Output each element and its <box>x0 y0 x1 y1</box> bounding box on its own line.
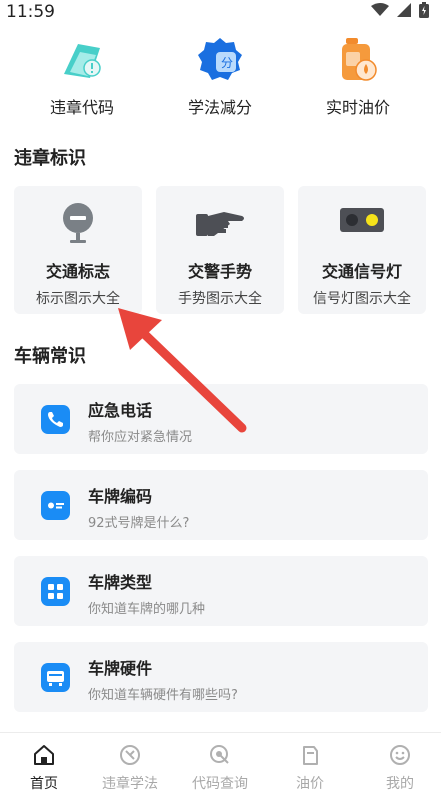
section-title-violation-signs: 违章标识 <box>14 148 86 169</box>
bottom-nav: 首页 违章学法 代码查询 油价 我的 <box>0 732 441 796</box>
quick-tool-label: 学法减分 <box>187 98 252 117</box>
signal-icon <box>397 3 411 17</box>
sign-card-police-gesture[interactable]: 交警手势 手势图示大全 <box>156 186 284 314</box>
nav-label: 代码查询 <box>192 776 248 792</box>
nav-label: 首页 <box>30 776 58 792</box>
knowledge-title: 车牌类型 <box>88 573 153 592</box>
status-icons <box>371 2 429 18</box>
sign-card-title: 交通信号灯 <box>321 262 402 281</box>
oil-price-icon <box>332 34 384 86</box>
nav-home[interactable]: 首页 <box>0 733 88 796</box>
sign-card-title: 交通标志 <box>45 262 110 281</box>
nav-study[interactable]: 违章学法 <box>86 733 174 796</box>
sign-card-traffic-sign[interactable]: 交通标志 标示图示大全 <box>14 186 142 314</box>
status-time: 11:59 <box>6 2 55 22</box>
phone-icon <box>41 405 70 434</box>
sign-card-subtitle: 信号灯图示大全 <box>313 291 411 307</box>
fuel-icon <box>298 743 322 767</box>
quick-tool-study-deduct[interactable]: 分 学法减分 <box>160 34 280 118</box>
knowledge-desc: 帮你应对紧急情况 <box>88 430 193 445</box>
knowledge-item-plate-type[interactable]: 车牌类型 你知道车牌的哪几种 <box>14 556 428 626</box>
violation-code-icon <box>56 34 108 86</box>
nav-fuel[interactable]: 油价 <box>266 733 354 796</box>
study-deduct-badge: 分 <box>221 56 234 70</box>
traffic-light-icon <box>298 186 426 250</box>
knowledge-item-plate-code[interactable]: 车牌编码 92式号牌是什么? <box>14 470 428 540</box>
code-search-icon <box>208 743 232 767</box>
sign-card-subtitle: 手势图示大全 <box>178 291 262 307</box>
quick-tool-label: 实时油价 <box>325 98 390 117</box>
knowledge-desc: 92式号牌是什么? <box>88 516 190 531</box>
quick-tools: 违章代码 分 学法减分 实时油价 <box>0 34 441 124</box>
knowledge-item-emergency-phone[interactable]: 应急电话 帮你应对紧急情况 <box>14 384 428 454</box>
home-icon <box>32 743 56 767</box>
sign-card-traffic-light[interactable]: 交通信号灯 信号灯图示大全 <box>298 186 426 314</box>
nav-profile[interactable]: 我的 <box>356 733 441 796</box>
section-title-vehicle-knowledge: 车辆常识 <box>14 346 86 367</box>
study-deduct-icon: 分 <box>194 34 246 86</box>
profile-icon <box>388 743 412 767</box>
wifi-icon <box>371 3 389 16</box>
knowledge-title: 车牌硬件 <box>88 659 153 678</box>
quick-tool-oil-price[interactable]: 实时油价 <box>298 34 418 118</box>
nav-label: 我的 <box>386 776 414 792</box>
traffic-sign-icon <box>14 186 142 250</box>
police-gesture-icon <box>156 186 284 250</box>
sign-card-subtitle: 标示图示大全 <box>36 291 120 307</box>
quick-tool-violation-code[interactable]: 违章代码 <box>22 34 142 118</box>
knowledge-desc: 你知道车牌的哪几种 <box>88 602 206 617</box>
status-bar: 11:59 <box>0 0 441 26</box>
plate-code-icon <box>41 491 70 520</box>
knowledge-item-plate-hardware[interactable]: 车牌硬件 你知道车辆硬件有哪些吗? <box>14 642 428 712</box>
knowledge-title: 应急电话 <box>88 401 153 420</box>
nav-code-search[interactable]: 代码查询 <box>176 733 264 796</box>
nav-label: 违章学法 <box>102 776 158 792</box>
study-icon <box>118 743 142 767</box>
nav-label: 油价 <box>296 776 324 792</box>
sign-card-title: 交警手势 <box>187 262 252 281</box>
knowledge-desc: 你知道车辆硬件有哪些吗? <box>88 688 238 703</box>
plate-type-icon <box>41 577 70 606</box>
plate-hardware-icon <box>41 663 70 692</box>
knowledge-title: 车牌编码 <box>88 487 153 506</box>
quick-tool-label: 违章代码 <box>49 98 114 117</box>
battery-icon <box>419 2 429 18</box>
